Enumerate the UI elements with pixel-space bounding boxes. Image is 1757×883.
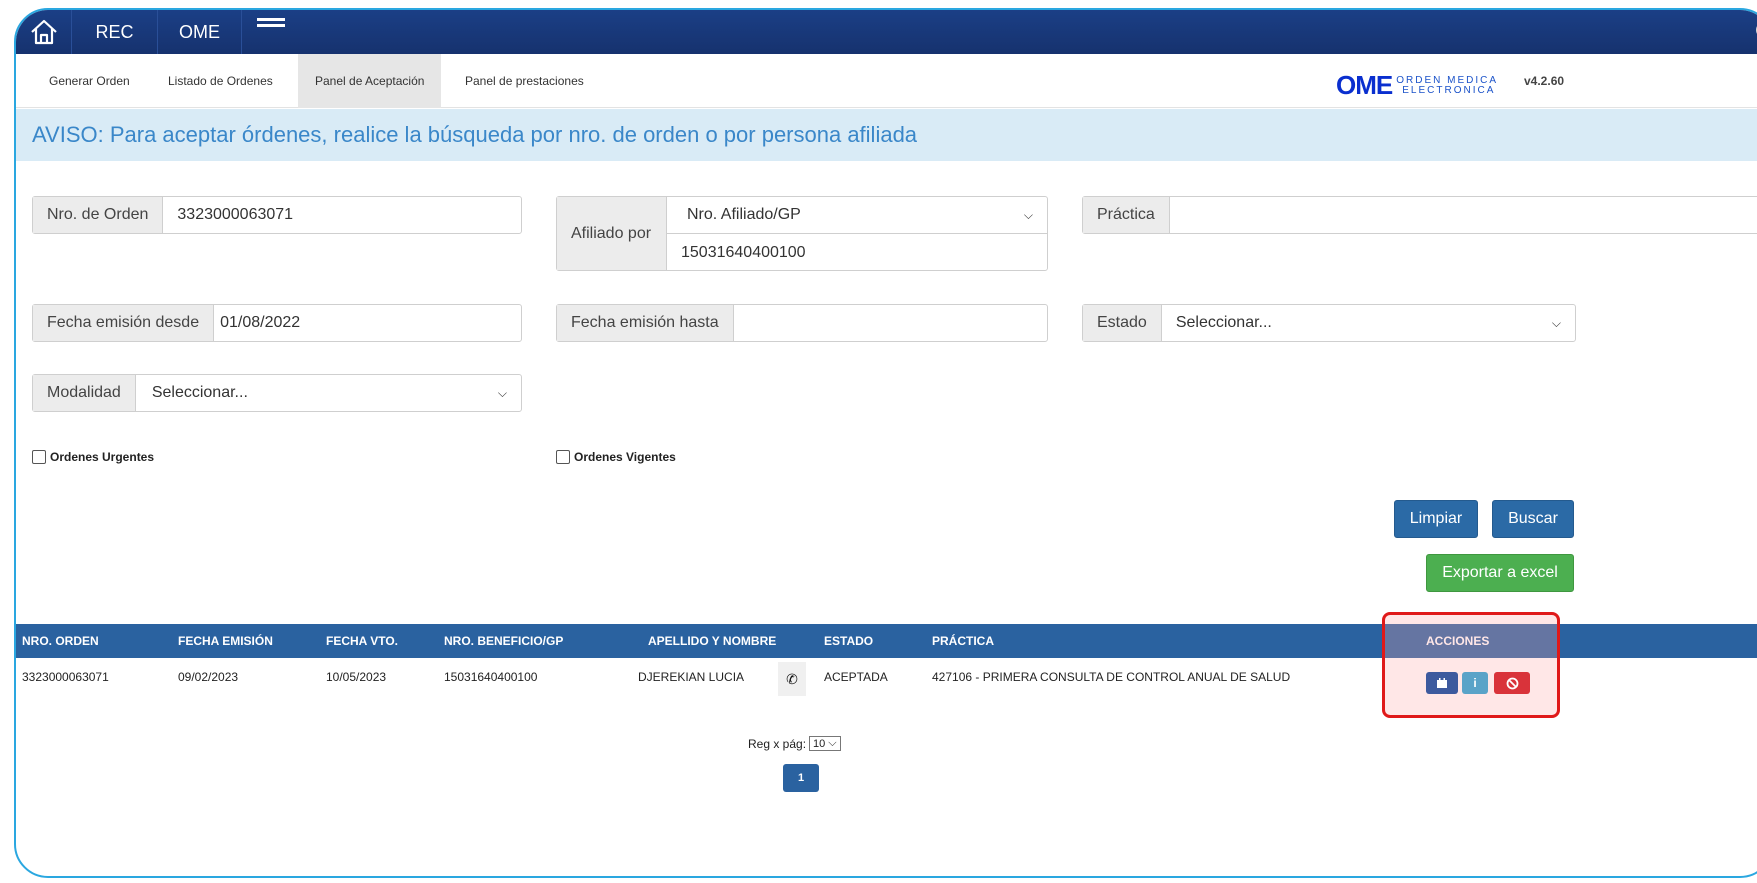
ome-menu[interactable]: OME	[158, 10, 242, 54]
limpiar-button[interactable]: Limpiar	[1394, 500, 1478, 538]
home-button[interactable]	[16, 10, 72, 54]
estado-label: Estado	[1083, 305, 1162, 341]
modalidad-label: Modalidad	[33, 375, 136, 411]
chevron-down-icon: ⌵	[828, 737, 837, 749]
fecha-hasta-group: Fecha emisión hasta	[556, 304, 1048, 342]
chevron-down-icon: ⌵	[1023, 207, 1033, 222]
rec-menu[interactable]: REC	[72, 10, 158, 54]
afiliado-fields: Nro. Afiliado/GP ⌵ 15031640400100	[667, 197, 1047, 270]
nro-orden-label: Nro. de Orden	[33, 197, 164, 233]
nro-orden-group: Nro. de Orden 3323000063071	[32, 196, 522, 234]
notice-banner: AVISO: Para aceptar órdenes, realice la …	[16, 109, 1757, 161]
modalidad-value: Seleccionar...	[151, 384, 248, 401]
urgentes-label: Ordenes Urgentes	[50, 450, 155, 464]
modalidad-group: Modalidad Seleccionar... ⌵	[32, 374, 522, 412]
hamburger-icon	[257, 18, 285, 27]
cell-apellido-nombre: DJEREKIAN LUCIA	[638, 670, 745, 684]
afiliado-type-select[interactable]: Nro. Afiliado/GP ⌵	[667, 197, 1047, 234]
modalidad-select[interactable]: Seleccionar... ⌵	[136, 375, 521, 411]
fecha-hasta-label: Fecha emisión hasta	[557, 305, 734, 341]
logo-main: OME	[1336, 70, 1393, 100]
practica-label: Práctica	[1083, 197, 1170, 233]
afiliado-number-input[interactable]: 15031640400100	[667, 234, 1047, 271]
ome-logo: OME ORDEN MEDICA ELECTRONICA	[1336, 70, 1498, 101]
vigentes-checkbox[interactable]: Ordenes Vigentes	[556, 450, 676, 464]
col-apellido-nombre[interactable]: APELLIDO Y NOMBRE	[648, 624, 776, 658]
afiliado-group: Afiliado por Nro. Afiliado/GP ⌵ 15031640…	[556, 196, 1048, 271]
estado-value: Seleccionar...	[1175, 314, 1272, 331]
ban-icon[interactable]	[1494, 672, 1530, 694]
buscar-button[interactable]: Buscar	[1492, 500, 1574, 538]
practica-input[interactable]	[1170, 197, 1757, 233]
col-nro-orden[interactable]: NRO. ORDEN	[22, 624, 99, 658]
tab-generar-orden[interactable]: Generar Orden	[32, 54, 147, 108]
tab-panel-aceptacion[interactable]: Panel de Aceptación	[298, 54, 442, 108]
acciones-highlight-box	[1382, 612, 1560, 718]
tab-listado-ordenes[interactable]: Listado de Ordenes	[151, 54, 290, 108]
per-page-select[interactable]: 10 ⌵	[809, 736, 841, 751]
fecha-desde-label: Fecha emisión desde	[33, 305, 215, 341]
tab-panel-prestaciones[interactable]: Panel de prestaciones	[448, 54, 601, 108]
cell-estado: ACEPTADA	[824, 670, 888, 684]
phone-icon[interactable]: ✆	[778, 662, 806, 696]
records-per-page: Reg x pág: 10 ⌵	[748, 736, 841, 751]
col-fecha-emision[interactable]: FECHA EMISIÓN	[178, 624, 273, 658]
chevron-down-icon: ⌵	[497, 385, 507, 400]
checkbox-box[interactable]	[556, 450, 570, 464]
nro-orden-input[interactable]: 3323000063071	[163, 197, 521, 233]
estado-group: Estado Seleccionar... ⌵	[1082, 304, 1576, 342]
cell-nro-beneficio: 15031640400100	[444, 670, 538, 684]
practica-group: Práctica	[1082, 196, 1757, 234]
estado-select[interactable]: Seleccionar... ⌵	[1162, 305, 1575, 341]
info-icon[interactable]: i	[1462, 672, 1488, 694]
afiliado-label: Afiliado por	[557, 197, 667, 270]
home-icon	[30, 19, 57, 45]
logo-subtitle: ORDEN MEDICA ELECTRONICA	[1396, 74, 1499, 96]
top-bar: REC OME	[16, 10, 1757, 54]
page-button[interactable]: 1	[783, 764, 819, 792]
app-window: REC OME Generar Orden Listado de Ordenes…	[14, 8, 1757, 878]
fecha-hasta-input[interactable]	[734, 305, 1047, 341]
checkbox-box[interactable]	[32, 450, 46, 464]
vigentes-label: Ordenes Vigentes	[574, 450, 676, 464]
col-nro-beneficio[interactable]: NRO. BENEFICIO/GP	[444, 624, 563, 658]
menu-toggle-button[interactable]	[242, 10, 300, 54]
col-fecha-vto[interactable]: FECHA VTO.	[326, 624, 398, 658]
calendar-icon[interactable]	[1426, 672, 1458, 694]
fecha-desde-input[interactable]: 01/08/2022	[214, 305, 521, 341]
afiliado-type-value: Nro. Afiliado/GP	[687, 206, 801, 223]
col-practica[interactable]: PRÁCTICA	[932, 624, 994, 658]
exportar-excel-button[interactable]: Exportar a excel	[1426, 554, 1574, 592]
logo-line2: ELECTRONICA	[1402, 84, 1496, 96]
cell-nro-orden: 3323000063071	[22, 670, 109, 684]
chevron-down-icon: ⌵	[1551, 315, 1561, 330]
per-page-value: 10	[813, 737, 826, 750]
reg-label: Reg x pág:	[748, 736, 807, 751]
col-estado[interactable]: ESTADO	[824, 624, 873, 658]
fecha-desde-group: Fecha emisión desde 01/08/2022	[32, 304, 522, 342]
logo-line1: ORDEN MEDICA	[1396, 74, 1499, 86]
cell-fecha-emision: 09/02/2023	[178, 670, 239, 684]
cell-fecha-vto: 10/05/2023	[326, 670, 387, 684]
cell-practica: 427106 - PRIMERA CONSULTA DE CONTROL ANU…	[932, 670, 1291, 684]
urgentes-checkbox[interactable]: Ordenes Urgentes	[32, 450, 154, 464]
version-label: v4.2.60	[1524, 74, 1565, 88]
